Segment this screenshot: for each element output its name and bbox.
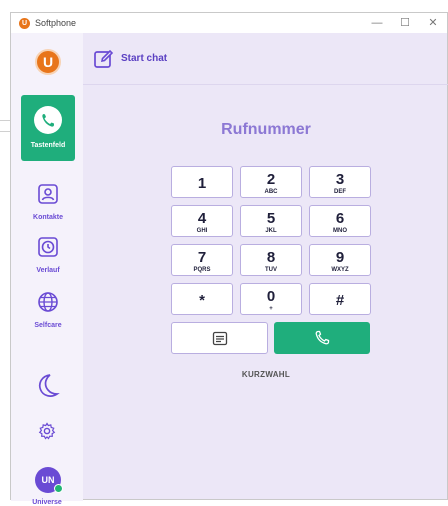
- phone-icon: [42, 114, 54, 127]
- presence-status-dot: [54, 484, 63, 493]
- dialpad-key-letters: DEF: [334, 189, 346, 195]
- background-window-edge: [0, 120, 10, 132]
- dialpad-key-digit: *: [199, 292, 205, 309]
- dialpad-key-digit: 5: [266, 210, 276, 227]
- settings-button[interactable]: [11, 422, 83, 445]
- dialpad-key[interactable]: 2 ABC: [240, 166, 302, 198]
- dialpad-key[interactable]: 0 +: [240, 283, 302, 315]
- title-bar: U Softphone — ☐ ✕: [11, 13, 447, 33]
- phone-number-display[interactable]: Rufnummer: [83, 121, 448, 139]
- dialpad-key-letters: PQRS: [193, 267, 211, 273]
- dialpad-key[interactable]: #: [309, 283, 371, 315]
- phone-icon-circle: [34, 106, 62, 134]
- brand-logo: U: [35, 49, 61, 75]
- message-icon: [212, 331, 228, 346]
- dialpad-key-letters: JKL: [265, 228, 277, 234]
- dialpad-key[interactable]: 7 PQRS: [171, 244, 233, 276]
- sidebar-item-label: Tastenfeld: [30, 142, 66, 149]
- window-title: Softphone: [35, 18, 77, 28]
- dialpad-key-letters: TUV: [265, 267, 277, 273]
- theme-toggle-button[interactable]: [11, 371, 83, 406]
- dialpad-key-letters: +: [269, 306, 273, 312]
- close-button[interactable]: ✕: [419, 13, 447, 33]
- dialpad-key[interactable]: 3 DEF: [309, 166, 371, 198]
- sidebar-item-tastenfeld[interactable]: Tastenfeld: [21, 95, 75, 161]
- dialpad-key-digit: 4: [197, 210, 207, 227]
- dialpad-key-digit: 0: [266, 288, 276, 305]
- call-button[interactable]: [274, 322, 370, 354]
- dialpad-key-digit: 9: [335, 249, 345, 266]
- dialpad-key-letters: WXYZ: [331, 267, 349, 273]
- maximize-button[interactable]: ☐: [391, 13, 419, 33]
- app-icon: U: [19, 17, 30, 29]
- edit-icon[interactable]: [93, 48, 115, 70]
- sidebar-item-label: Selfcare: [34, 322, 62, 329]
- dialpad-key-digit: 6: [335, 210, 345, 227]
- start-chat-link[interactable]: Start chat: [121, 53, 167, 64]
- dialpad-key-digit: 7: [197, 249, 207, 266]
- dialpad-key[interactable]: 5 JKL: [240, 205, 302, 237]
- minimize-button[interactable]: —: [363, 13, 391, 33]
- dialpad-key-digit: 8: [266, 249, 276, 266]
- sidebar-item-kontakte[interactable]: Kontakte: [21, 183, 75, 221]
- dialpad-key[interactable]: *: [171, 283, 233, 315]
- dialpad-key-letters: GHI: [196, 228, 208, 234]
- dialpad-key-digit: 1: [197, 175, 207, 192]
- dialpad-key-letters: MNO: [333, 228, 347, 234]
- sidebar-item-verlauf[interactable]: Verlauf: [21, 236, 75, 274]
- globe-icon: [38, 292, 58, 312]
- dialpad-key-digit: 3: [335, 171, 345, 188]
- speed-dial-link[interactable]: KURZWAHL: [83, 370, 448, 379]
- sidebar-item-label: Kontakte: [33, 214, 63, 221]
- start-chat-bar: Start chat: [83, 33, 448, 85]
- user-name: Universe: [32, 499, 62, 506]
- dialpad-key-digit: 2: [266, 171, 276, 188]
- sidebar-item-selfcare[interactable]: Selfcare: [21, 291, 75, 329]
- history-icon: [38, 237, 58, 257]
- dialpad-key[interactable]: 4 GHI: [171, 205, 233, 237]
- dialpad-key-letters: ABC: [264, 189, 278, 195]
- dialpad-key[interactable]: 6 MNO: [309, 205, 371, 237]
- moon-icon: [38, 374, 60, 397]
- sidebar-item-label: Verlauf: [36, 267, 60, 274]
- dialpad-key[interactable]: 9 WXYZ: [309, 244, 371, 276]
- gear-icon: [38, 422, 56, 440]
- dialpad-key[interactable]: 1: [171, 166, 233, 198]
- contacts-icon: [38, 184, 58, 204]
- sidebar: U Tastenfeld Kontakte Verlauf Selfcare U…: [11, 33, 83, 506]
- send-message-button[interactable]: [171, 322, 268, 354]
- softphone-window: U Softphone — ☐ ✕ U Tastenfeld Kontakte: [10, 12, 448, 506]
- phone-icon: [315, 330, 330, 345]
- main-panel: Start chat Rufnummer 1 2 ABC 3 DEF 4 GHI 5 JKL 6 M…: [83, 33, 448, 501]
- dialpad-key-digit: #: [335, 292, 345, 309]
- dialpad-key[interactable]: 8 TUV: [240, 244, 302, 276]
